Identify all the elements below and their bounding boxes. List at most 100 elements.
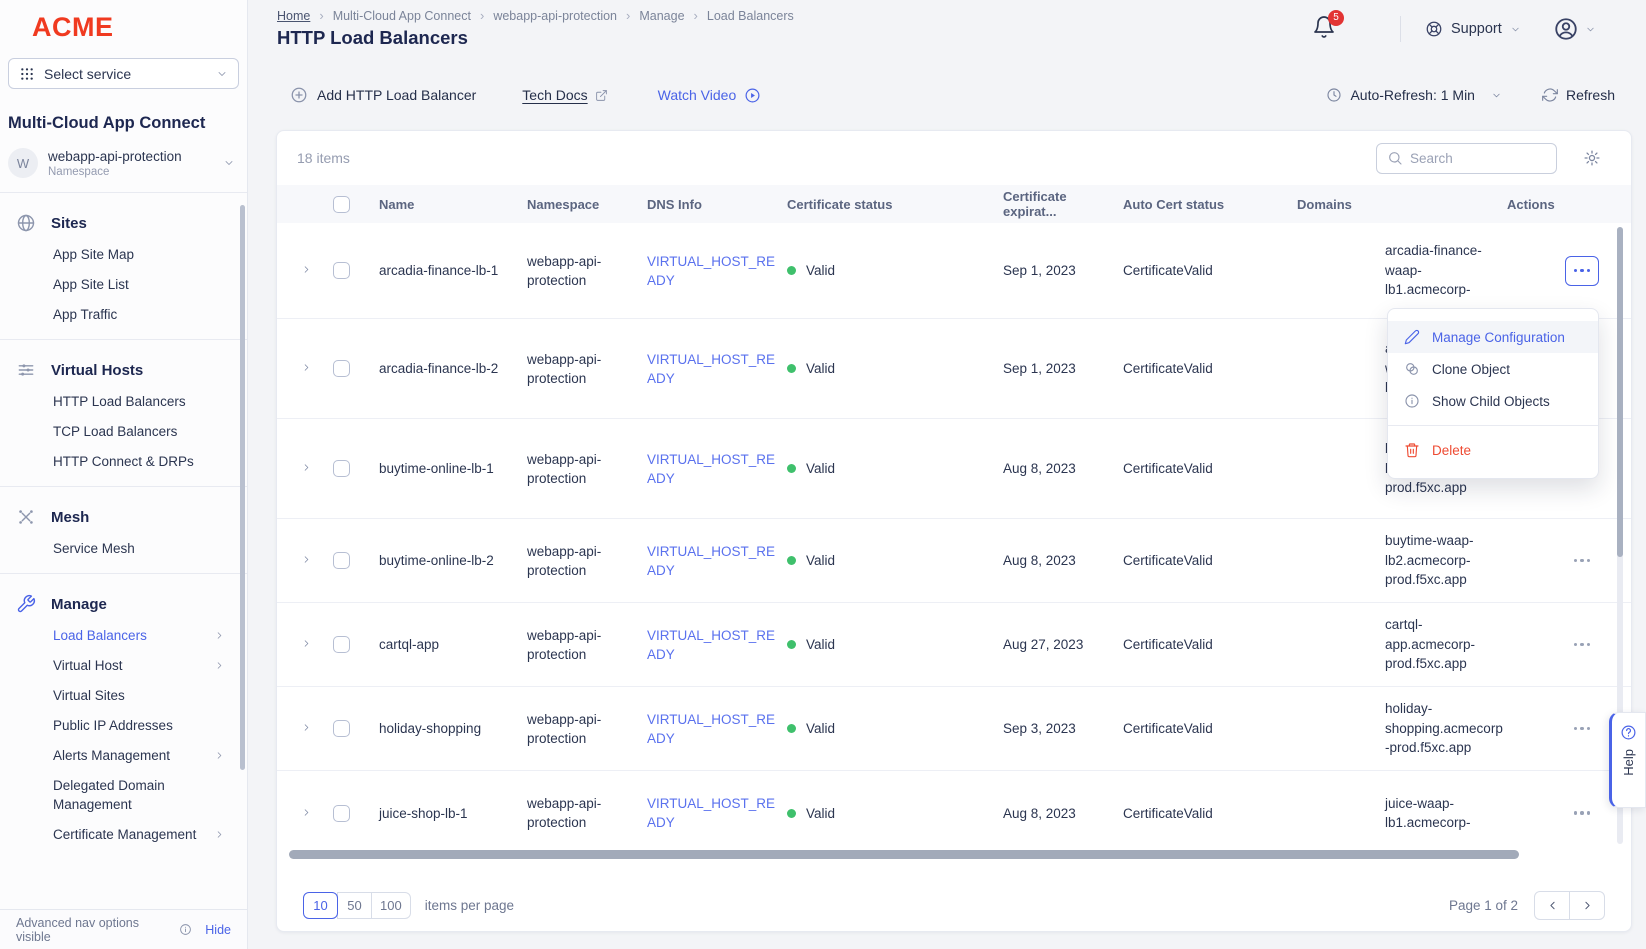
sidebar-item-http-connect-drps[interactable]: HTTP Connect & DRPs	[0, 446, 247, 476]
namespace-selector[interactable]: W webapp-api-protection Namespace	[8, 148, 239, 178]
sidebar-item-virtual-sites[interactable]: Virtual Sites	[0, 680, 247, 710]
sidebar-item-label: TCP Load Balancers	[53, 422, 177, 441]
expand-row-icon[interactable]	[301, 722, 312, 733]
sidebar-item-virtual-host[interactable]: Virtual Host	[0, 650, 247, 680]
breadcrumb-item[interactable]: webapp-api-protection	[493, 9, 617, 23]
breadcrumb-item[interactable]: Load Balancers	[707, 9, 794, 23]
row-checkbox[interactable]	[333, 805, 350, 822]
select-all-checkbox[interactable]	[333, 196, 350, 213]
expand-row-icon[interactable]	[301, 362, 312, 373]
dns-info-link[interactable]: VIRTUAL_HOST_READY	[647, 542, 779, 580]
watch-video-link[interactable]: Watch Video	[658, 87, 762, 104]
sidebar-item-delegated-domain-management[interactable]: Delegated Domain Management	[0, 770, 247, 819]
row-actions-button[interactable]	[1565, 256, 1599, 286]
sidebar-item-alerts-management[interactable]: Alerts Management	[0, 740, 247, 770]
dns-info-link[interactable]: VIRTUAL_HOST_READY	[647, 626, 779, 664]
sidebar-scrollbar[interactable]	[240, 205, 245, 770]
row-checkbox[interactable]	[333, 360, 350, 377]
column-header-name[interactable]: Name	[379, 197, 527, 212]
info-icon	[179, 923, 192, 936]
row-checkbox[interactable]	[333, 262, 350, 279]
expand-row-icon[interactable]	[301, 807, 312, 818]
dns-info-link[interactable]: VIRTUAL_HOST_READY	[647, 350, 779, 388]
domains: holiday-shopping.acmecorp-prod.f5xc.app	[1385, 699, 1507, 758]
help-tab[interactable]: Help	[1609, 712, 1646, 808]
sidebar-item-app-site-map[interactable]: App Site Map	[0, 239, 247, 269]
expand-row-icon[interactable]	[301, 264, 312, 275]
auto-cert-status: CertificateValid	[1123, 806, 1213, 821]
expand-row-icon[interactable]	[301, 554, 312, 565]
page-size-10[interactable]: 10	[303, 892, 338, 919]
auto-cert-status: CertificateValid	[1123, 721, 1213, 736]
vertical-scrollbar[interactable]	[1617, 227, 1623, 557]
table-row: arcadia-finance-lb-1 webapp-api-protecti…	[277, 223, 1631, 319]
trash-icon	[1404, 442, 1420, 458]
namespace-name: webapp-api-protection	[48, 149, 213, 164]
dns-info-link[interactable]: VIRTUAL_HOST_READY	[647, 710, 779, 748]
row-actions-button[interactable]	[1565, 630, 1599, 660]
breadcrumb-home[interactable]: Home	[277, 9, 310, 23]
expand-row-icon[interactable]	[301, 638, 312, 649]
sidebar-item-public-ip-addresses[interactable]: Public IP Addresses	[0, 710, 247, 740]
refresh-button[interactable]: Refresh	[1542, 87, 1615, 103]
chevron-right-icon	[214, 630, 225, 641]
row-actions-button[interactable]	[1565, 798, 1599, 828]
lb-namespace: webapp-api-protection	[527, 350, 619, 388]
row-checkbox[interactable]	[333, 636, 350, 653]
sidebar-item-service-mesh[interactable]: Service Mesh	[0, 533, 247, 563]
hide-link[interactable]: Hide	[205, 923, 231, 937]
previous-page-button[interactable]	[1534, 891, 1570, 920]
breadcrumb-item[interactable]: Multi-Cloud App Connect	[333, 9, 471, 23]
tech-docs-link[interactable]: Tech Docs	[522, 87, 607, 103]
dns-info-link[interactable]: VIRTUAL_HOST_READY	[647, 252, 779, 290]
certificate-expiration: Aug 27, 2023	[1003, 637, 1083, 652]
table-row: buytime-online-lb-2 webapp-api-protectio…	[277, 519, 1631, 603]
page-size-100[interactable]: 100	[371, 892, 411, 919]
notifications-button[interactable]: 5	[1312, 15, 1336, 44]
row-checkbox[interactable]	[333, 720, 350, 737]
row-actions-button[interactable]	[1565, 546, 1599, 576]
menu-item-show-child-objects[interactable]: Show Child Objects	[1388, 385, 1598, 417]
column-header-dns-info[interactable]: DNS Info	[647, 197, 787, 212]
namespace-label: Namespace	[48, 166, 213, 178]
column-header-auto-cert-status[interactable]: Auto Cert status	[1123, 197, 1297, 212]
chevron-down-icon	[1510, 24, 1521, 35]
support-menu[interactable]: Support	[1425, 20, 1521, 38]
sidebar-item-tcp-load-balancers[interactable]: TCP Load Balancers	[0, 416, 247, 446]
gear-icon[interactable]	[1583, 149, 1601, 167]
page-title: HTTP Load Balancers	[277, 27, 468, 49]
status-dot	[787, 809, 796, 818]
account-menu[interactable]	[1553, 16, 1596, 42]
menu-item-delete[interactable]: Delete	[1388, 434, 1598, 466]
sidebar-item-certificate-management[interactable]: Certificate Management	[0, 819, 247, 849]
add-http-load-balancer-button[interactable]: Add HTTP Load Balancer	[290, 86, 476, 104]
menu-item-clone-object[interactable]: Clone Object	[1388, 353, 1598, 385]
sidebar-item-app-site-list[interactable]: App Site List	[0, 269, 247, 299]
row-actions-button[interactable]	[1565, 714, 1599, 744]
column-header-certificate-expiration[interactable]: Certificate expirat...	[1003, 189, 1123, 219]
watch-video-label: Watch Video	[658, 87, 737, 103]
sidebar-section-mesh: Mesh Service Mesh	[0, 487, 247, 574]
sidebar-item-label: Virtual Host	[53, 656, 123, 675]
dns-info-link[interactable]: VIRTUAL_HOST_READY	[647, 794, 779, 832]
domains: juice-waap-lb1.acmecorp-	[1385, 794, 1507, 833]
column-header-domains[interactable]: Domains	[1297, 197, 1507, 212]
next-page-button[interactable]	[1569, 891, 1605, 920]
dns-info-link[interactable]: VIRTUAL_HOST_READY	[647, 450, 779, 488]
sidebar-item-app-traffic[interactable]: App Traffic	[0, 299, 247, 329]
chevron-left-icon	[1546, 899, 1559, 912]
expand-row-icon[interactable]	[301, 462, 312, 473]
breadcrumb-item[interactable]: Manage	[639, 9, 684, 23]
horizontal-scrollbar[interactable]	[289, 850, 1519, 859]
row-checkbox[interactable]	[333, 552, 350, 569]
sidebar-item-http-load-balancers[interactable]: HTTP Load Balancers	[0, 386, 247, 416]
search-input[interactable]	[1410, 151, 1530, 166]
sidebar-item-load-balancers[interactable]: Load Balancers	[0, 620, 247, 650]
row-checkbox[interactable]	[333, 460, 350, 477]
column-header-namespace[interactable]: Namespace	[527, 197, 647, 212]
page-size-50[interactable]: 50	[337, 892, 372, 919]
service-select[interactable]: Select service	[8, 58, 239, 89]
column-header-certificate-status[interactable]: Certificate status	[787, 197, 1003, 212]
menu-item-manage-configuration[interactable]: Manage Configuration	[1388, 321, 1598, 353]
auto-refresh-select[interactable]: Auto-Refresh: 1 Min	[1326, 87, 1502, 103]
